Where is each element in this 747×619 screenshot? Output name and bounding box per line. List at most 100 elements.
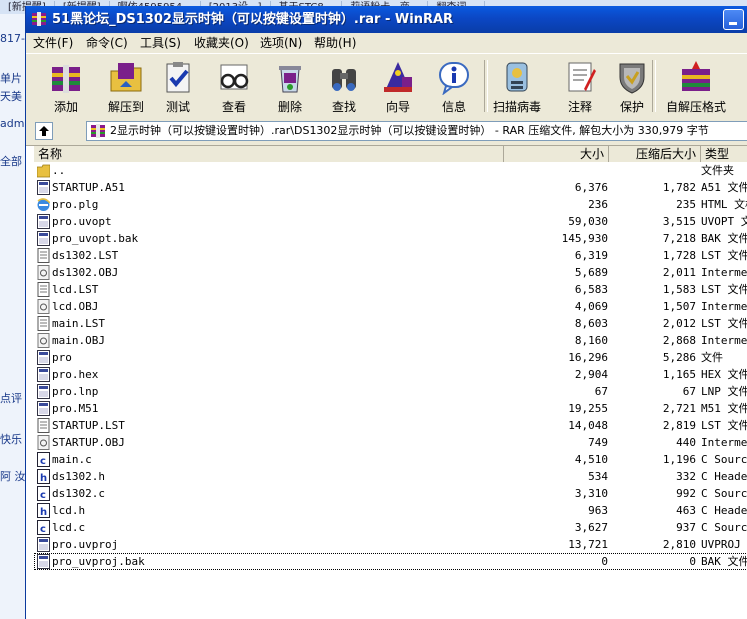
file-packed-size: 992	[676, 487, 696, 500]
toolbar-button[interactable]: 保护	[610, 56, 654, 116]
file-row[interactable]: c main.c 4,510 1,196 C Source file	[34, 451, 747, 468]
minimize-button[interactable]	[723, 9, 744, 30]
toolbar-button[interactable]: 解压到	[101, 56, 151, 116]
toolbar-separator	[652, 60, 656, 112]
file-type: A51 文件	[701, 181, 747, 194]
file-row[interactable]: pro.hex 2,904 1,165 HEX 文件	[34, 366, 747, 383]
toolbar-button[interactable]: 注释	[558, 56, 602, 116]
toolbar-button[interactable]: 扫描病毒	[492, 56, 542, 116]
background-sidebar-item[interactable]: 天美	[0, 88, 22, 104]
file-row[interactable]: c ds1302.c 3,310 992 C Source file	[34, 485, 747, 502]
menu-item[interactable]: 帮助(H)	[314, 33, 356, 53]
toolbar-button[interactable]: 删除	[268, 56, 312, 116]
file-type: LST 文件	[701, 283, 747, 296]
title-bar[interactable]: 51黑论坛_DS1302显示时钟（可以按键设置时钟）.rar - WinRAR	[26, 6, 747, 33]
add-books-icon	[52, 65, 80, 93]
column-size[interactable]: 大小	[504, 146, 609, 162]
file-row[interactable]: STARTUP.A51 6,376 1,782 A51 文件	[34, 179, 747, 196]
background-sidebar-item[interactable]: 817-	[0, 32, 25, 45]
file-row[interactable]: STARTUP.OBJ 749 440 Intermediate	[34, 434, 747, 451]
file-row[interactable]: STARTUP.LST 14,048 2,819 LST 文件	[34, 417, 747, 434]
background-sidebar-item[interactable]: 单片	[0, 70, 22, 86]
file-icon	[37, 401, 50, 416]
toolbar-button[interactable]: 查看	[212, 56, 256, 116]
obj-icon	[37, 435, 50, 450]
file-row[interactable]: lcd.OBJ 4,069 1,507 Intermediate	[34, 298, 747, 315]
toolbar-button[interactable]: 自解压格式	[666, 56, 726, 116]
path-field[interactable]: 2显示时钟（可以按键设置时钟）.rar\DS1302显示时钟（可以按键设置时钟）…	[86, 121, 747, 141]
c-header-icon: h	[37, 469, 50, 484]
background-sidebar-item[interactable]: 阿 汝	[0, 468, 26, 484]
toolbar-button[interactable]: 信息	[432, 56, 476, 116]
obj-icon	[37, 299, 50, 314]
file-row[interactable]: pro.lnp 67 67 LNP 文件	[34, 383, 747, 400]
text-icon	[37, 282, 50, 297]
file-row[interactable]: pro.M51 19,255 2,721 M51 文件	[34, 400, 747, 417]
file-row[interactable]: .. 文件夹	[34, 162, 747, 179]
up-folder-button[interactable]	[35, 122, 53, 140]
toolbar-button[interactable]: 添加	[44, 56, 88, 116]
text-icon	[37, 248, 50, 263]
file-row[interactable]: pro.plg 236 235 HTML 文档	[34, 196, 747, 213]
file-row[interactable]: pro 16,296 5,286 文件	[34, 349, 747, 366]
archive-icon	[91, 124, 105, 138]
file-icon	[37, 231, 50, 246]
file-size: 749	[588, 436, 608, 449]
file-type: LST 文件	[701, 317, 747, 330]
file-row[interactable]: pro_uvopt.bak 145,930 7,218 BAK 文件	[34, 230, 747, 247]
menu-item[interactable]: 收藏夹(O)	[194, 33, 249, 53]
file-size: 145,930	[561, 232, 608, 245]
file-row[interactable]: h lcd.h 963 463 C Header file	[34, 502, 747, 519]
toolbar-button[interactable]: 查找	[322, 56, 366, 116]
file-type: C Source file	[701, 453, 747, 466]
ie-icon	[37, 198, 50, 211]
file-row[interactable]: h ds1302.h 534 332 C Header file	[34, 468, 747, 485]
file-row[interactable]: lcd.LST 6,583 1,583 LST 文件	[34, 281, 747, 298]
file-name: pro.plg	[52, 198, 99, 211]
column-type[interactable]: 类型	[701, 146, 747, 162]
delete-recycle-icon	[279, 66, 301, 93]
file-type: C Header file	[701, 470, 747, 483]
menu-item[interactable]: 选项(N)	[260, 33, 302, 53]
file-row[interactable]: main.OBJ 8,160 2,868 Intermediate	[34, 332, 747, 349]
file-name: pro.hex	[52, 368, 99, 381]
toolbar: 添加 解压到 测试 查看 删除 查找 向导 信息 扫描病毒 注释 保护 自解压格式	[26, 53, 747, 119]
file-row[interactable]: pro.uvproj 13,721 2,810 UVPROJ 文件	[34, 536, 747, 553]
toolbar-button[interactable]: 向导	[376, 56, 420, 116]
file-size: 534	[588, 470, 608, 483]
background-sidebar-item[interactable]: adm	[0, 117, 24, 130]
background-sidebar-item[interactable]: 快乐	[0, 431, 22, 447]
column-name[interactable]: 名称	[34, 146, 504, 162]
c-header-icon: h	[37, 503, 50, 518]
file-row[interactable]: c lcd.c 3,627 937 C Source file	[34, 519, 747, 536]
menu-item[interactable]: 工具(S)	[140, 33, 181, 53]
file-name: ds1302.OBJ	[52, 266, 119, 279]
column-packed-size[interactable]: 压缩后大小	[609, 146, 701, 162]
file-row[interactable]: main.LST 8,603 2,012 LST 文件	[34, 315, 747, 332]
file-row[interactable]: pro.uvopt 59,030 3,515 UVOPT 文件	[34, 213, 747, 230]
toolbar-button-label: 添加	[53, 100, 78, 114]
menu-item[interactable]: 文件(F)	[33, 33, 73, 53]
file-name: ..	[52, 164, 66, 177]
background-sidebar-item[interactable]: 全部	[0, 153, 22, 169]
c-source-icon: c	[37, 520, 50, 535]
file-row[interactable]: ds1302.OBJ 5,689 2,011 Intermediate	[34, 264, 747, 281]
svg-text:h: h	[40, 507, 47, 518]
toolbar-button[interactable]: 测试	[156, 56, 200, 116]
file-name: pro_uvopt.bak	[52, 232, 139, 245]
file-row[interactable]: pro_uvproj.bak 0 0 BAK 文件	[34, 553, 747, 570]
file-icon	[37, 367, 50, 382]
file-row[interactable]: ds1302.LST 6,319 1,728 LST 文件	[34, 247, 747, 264]
file-name: pro.M51	[52, 402, 99, 415]
file-size: 8,160	[574, 334, 608, 347]
background-sidebar-item[interactable]: 点评	[0, 390, 22, 406]
toolbar-button-label: 测试	[165, 100, 190, 114]
file-size: 4,069	[574, 300, 608, 313]
file-size: 6,583	[574, 283, 608, 296]
menu-item[interactable]: 命令(C)	[86, 33, 128, 53]
toolbar-button-label: 信息	[441, 100, 466, 114]
file-packed-size: 5,286	[662, 351, 696, 364]
file-packed-size: 1,728	[662, 249, 696, 262]
file-size: 67	[594, 385, 608, 398]
view-glasses-icon	[220, 64, 249, 90]
